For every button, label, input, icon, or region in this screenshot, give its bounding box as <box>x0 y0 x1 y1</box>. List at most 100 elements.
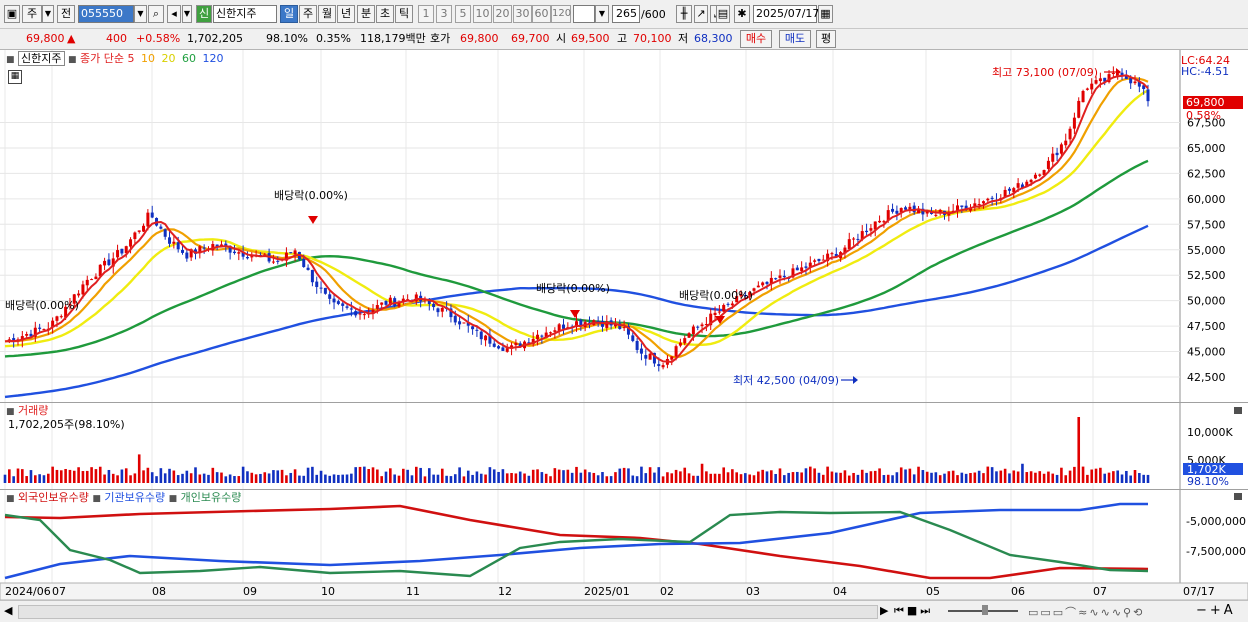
x-tick: 10 <box>321 585 335 598</box>
date-input[interactable]: 2025/07/17 <box>753 5 819 23</box>
chart-tool-icons[interactable]: ▭▭▭⌒≈∿∿∿⚲⟲ <box>1028 604 1144 620</box>
price-tick: 60,000 <box>1187 193 1226 206</box>
price-change-pct: +0.58% <box>136 32 181 45</box>
legend-stock-name[interactable]: 신한지주 <box>18 51 65 66</box>
price-tick: 62,500 <box>1187 167 1226 180</box>
x-tick: 04 <box>833 585 847 598</box>
current-pct-tag: 0.58% <box>1186 109 1221 122</box>
price-legend: ■ 신한지주 ■ 종가 단순 5 10 20 60 120 <box>6 51 224 67</box>
price-tick: 50,000 <box>1187 295 1226 308</box>
quote-bar: 69,800 ▲ 400 +0.58% 1,702,205 98.10% 0.3… <box>0 29 1248 50</box>
dividend-note: 배당락(0.00%) <box>274 189 348 202</box>
interval-10[interactable]: 10 <box>473 5 492 23</box>
calendar-icon[interactable]: ▦ <box>818 5 833 23</box>
volume-pct-tag: 98.10% <box>1187 475 1229 488</box>
table-icon[interactable]: ▦ <box>8 70 22 84</box>
chart-area[interactable]: 67,500 65,000 62,500 60,000 57,500 55,000 52,5… <box>0 50 1248 600</box>
legend-dot-icon: ■ <box>6 55 15 65</box>
legend-ma5: 5 <box>127 52 135 65</box>
chart-canvas[interactable]: 67,50065,00062,50060,00057,50055,00052,5… <box>0 50 1248 600</box>
legend-ma60: 60 <box>182 52 196 65</box>
low-price: 68,300 <box>694 32 733 45</box>
trade-amount: 118,179백만 <box>360 32 426 45</box>
tab-period-day[interactable]: 일 <box>280 5 298 23</box>
price-tick: 52,500 <box>1187 269 1226 282</box>
down-arrow-icon <box>570 310 580 318</box>
tab-period-month[interactable]: 월 <box>318 5 336 23</box>
current-price-tag-text: 69,800 <box>1186 96 1225 109</box>
x-tick: 2024/06 <box>5 585 51 598</box>
tab-period-tick[interactable]: 틱 <box>395 5 413 23</box>
save-icon[interactable]: ▤ <box>716 5 730 23</box>
tab-period-year[interactable]: 년 <box>337 5 355 23</box>
holdings-tick: -5,000,000 <box>1186 515 1246 528</box>
scroll-right-icon[interactable]: ▶ <box>880 604 888 617</box>
search-icon[interactable]: ⌕ <box>148 5 164 23</box>
low-note: 최저 42,500 (04/09) <box>733 374 839 387</box>
code-input[interactable]: 055550 <box>78 5 134 23</box>
holdings-tick: -7,500,000 <box>1186 545 1246 558</box>
bottom-bar: ◀ ▶ ⏮■⏭ ▭▭▭⌒≈∿∿∿⚲⟲ −+A <box>0 600 1248 622</box>
chevron-down-icon[interactable]: ▼ <box>595 5 609 23</box>
interval-20[interactable]: 20 <box>493 5 512 23</box>
stock-name-field[interactable]: 신한지주 <box>213 5 277 23</box>
gear-icon[interactable]: ✱ <box>734 5 750 23</box>
navigation-icons[interactable]: ⏮■⏭ <box>894 604 933 618</box>
low-label: 저 <box>678 32 689 45</box>
interval-30[interactable]: 30 <box>513 5 532 23</box>
interval-3[interactable]: 3 <box>436 5 452 23</box>
price-tick: 45,000 <box>1187 346 1226 359</box>
tab-period-week[interactable]: 주 <box>299 5 317 23</box>
interval-5[interactable]: 5 <box>455 5 471 23</box>
chevron-down-icon[interactable]: ▼ <box>134 5 147 23</box>
candle-type-icon[interactable]: ╫ <box>676 5 692 23</box>
legend-dot-icon: ■ <box>168 494 178 504</box>
turnover-rate: 0.35% <box>316 32 351 45</box>
legend-dot-icon: ■ <box>92 494 101 504</box>
chevron-down-icon[interactable]: ▼ <box>182 5 192 23</box>
price-tick: 57,500 <box>1187 218 1226 231</box>
tab-period-minute[interactable]: 분 <box>357 5 375 23</box>
count-input[interactable]: 265 <box>612 5 640 23</box>
interval-1[interactable]: 1 <box>418 5 434 23</box>
prev-button[interactable]: 전 <box>57 5 75 23</box>
buy-button[interactable]: 매수 <box>740 30 772 48</box>
high-note: 최고 73,100 (07/09) <box>992 66 1098 79</box>
window-icon[interactable]: ▣ <box>4 5 20 23</box>
dividend-note: 배당락(0.00%) <box>536 282 610 295</box>
speaker-icon[interactable]: ◂ <box>167 5 181 23</box>
scroll-left-icon[interactable]: ◀ <box>4 604 12 617</box>
interval-120[interactable]: 120 <box>551 5 571 23</box>
count-max-label: /600 <box>641 8 666 21</box>
toolbar: ▣ 주 ▼ 전 055550 ▼ ⌕ ◂ ▼ 신 신한지주 일 주 월 년 분 … <box>0 0 1248 29</box>
zoom-slider-handle[interactable] <box>982 605 988 615</box>
legend-ma120: 120 <box>202 52 224 65</box>
open-label: 시 <box>556 32 567 45</box>
volume-bars <box>3 417 1150 483</box>
x-tick: 05 <box>926 585 940 598</box>
zoom-buttons[interactable]: −+A <box>1196 603 1236 618</box>
period-jo-button[interactable]: 주 <box>22 5 42 23</box>
x-tick: 09 <box>243 585 257 598</box>
chevron-down-icon[interactable]: ▼ <box>42 5 54 23</box>
hc-label: HC:-4.51 <box>1181 65 1229 78</box>
eval-button[interactable]: 평 <box>816 30 836 48</box>
interval-custom-input[interactable] <box>573 5 595 23</box>
interval-60[interactable]: 60 <box>532 5 551 23</box>
bid-price: 69,700 <box>511 32 550 45</box>
draw-tool-icon[interactable]: ↗ <box>694 5 708 23</box>
x-tick: 12 <box>498 585 512 598</box>
tab-period-second[interactable]: 초 <box>376 5 394 23</box>
legend-dot-icon: ■ <box>6 407 15 417</box>
legend-ma10: 10 <box>141 52 155 65</box>
credit-badge: 신 <box>196 5 212 23</box>
x-tick: 03 <box>746 585 760 598</box>
down-arrow-icon <box>308 216 318 224</box>
price-tick: 42,500 <box>1187 371 1226 384</box>
sell-button[interactable]: 매도 <box>779 30 811 48</box>
x-tick: 11 <box>406 585 420 598</box>
close-icon <box>1234 493 1242 500</box>
up-arrow-icon: ▲ <box>67 32 76 45</box>
price-axis: 67,50065,00062,50060,00057,50055,00052,5… <box>1187 117 1226 385</box>
horizontal-scrollbar[interactable] <box>18 605 878 619</box>
